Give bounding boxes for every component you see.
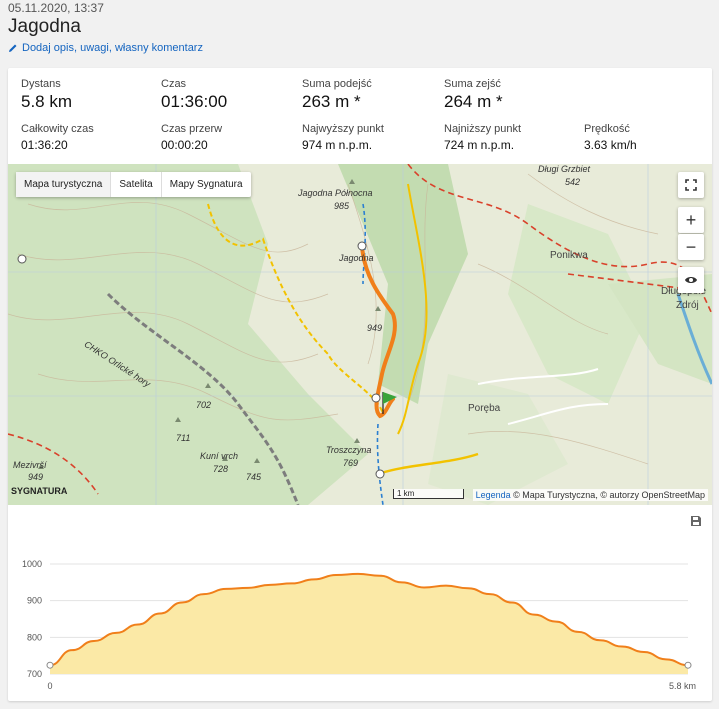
stat-value: 01:36:00 [161, 92, 228, 111]
eye-icon [685, 277, 697, 283]
stat-ascent: Suma podejść 263 m * [302, 78, 372, 112]
stat-label: Całkowity czas [21, 123, 94, 135]
elevation-profile: 1000 900 800 700 0 5.8 km [8, 505, 712, 701]
peak-label: Długi Grzbiet [538, 164, 591, 174]
town-label: Poręba [468, 403, 501, 414]
layer-tourist[interactable]: Mapa turystyczna [16, 172, 112, 197]
zoom-in-icon: + [685, 209, 697, 230]
peak-elevation: 711 [176, 433, 191, 443]
layer-sygnatura[interactable]: Mapy Sygnatura [162, 172, 251, 197]
peak-elevation: 949 [28, 472, 44, 482]
map-view[interactable]: Jagodna Północna 985 Jagodna 949 Długi G… [8, 164, 712, 505]
toggle-view-button[interactable] [678, 267, 704, 293]
start-point [46, 661, 54, 669]
stat-value: 264 m * [444, 92, 503, 111]
sygnatura-logo: SYGNATURA [11, 486, 68, 496]
stat-value: 263 m * [302, 92, 361, 111]
attribution-text: © Mapa Turystyczna, © autorzy OpenStreet… [513, 490, 705, 500]
legend-link[interactable]: Legenda [476, 490, 511, 500]
stat-value: 01:36:20 [21, 138, 68, 152]
stats-panel: Dystans 5.8 km Czas 01:36:00 Suma podejś… [8, 68, 712, 164]
peak-label: Mezivrší [13, 460, 47, 470]
peak-elevation: 728 [213, 464, 229, 474]
map-layer-switch: Mapa turystyczna Satelita Mapy Sygnatura [16, 172, 251, 197]
stat-value: 00:00:20 [161, 138, 208, 152]
stat-distance: Dystans 5.8 km [21, 78, 72, 112]
peak-label: Kuní vrch [200, 451, 239, 461]
stat-speed: Prędkość 3.63 km/h [584, 123, 637, 152]
stat-value: 3.63 km/h [584, 138, 637, 152]
zoom-out-icon: − [685, 236, 697, 257]
peak-label: Troszczyna [326, 445, 372, 455]
stat-lowest-point: Najniższy punkt 724 m n.p.m. [444, 123, 521, 152]
stat-label: Najwyższy punkt [302, 123, 384, 135]
town-label: Ponikwa [550, 250, 588, 261]
fullscreen-button[interactable] [678, 172, 704, 198]
stat-label: Czas przerw [161, 123, 223, 135]
stat-value: 974 m n.p.m. [302, 138, 373, 152]
peak-elevation: 542 [565, 177, 581, 187]
stat-label: Czas [161, 78, 187, 90]
y-tick-label: 900 [27, 596, 42, 606]
map-attribution: Legenda © Mapa Turystyczna, © autorzy Op… [472, 489, 708, 501]
stat-descent: Suma zejść 264 m * [444, 78, 503, 112]
peak-elevation: 745 [246, 472, 262, 482]
x-tick-label: 0 [47, 681, 52, 691]
stat-break-time: Czas przerw 00:00:20 [161, 123, 222, 152]
layer-satellite[interactable]: Satelita [111, 172, 162, 197]
zoom-out-button[interactable]: − [678, 234, 704, 260]
page-title: Jagodna [8, 16, 81, 37]
peak-elevation: 949 [367, 323, 383, 333]
stat-label: Suma podejść [302, 78, 372, 90]
x-tick-label: 5.8 km [669, 681, 696, 691]
pencil-icon [9, 44, 17, 52]
town-label: Zdrój [676, 300, 699, 311]
y-tick-label: 700 [27, 669, 42, 679]
stat-time: Czas 01:36:00 [161, 78, 227, 112]
map-scale: 1 km [393, 489, 464, 499]
y-tick-label: 1000 [22, 559, 42, 569]
track-date: 05.11.2020, 13:37 [8, 1, 104, 15]
peak-label: Jagodna [339, 253, 374, 263]
fullscreen-icon [685, 179, 697, 191]
y-tick-label: 800 [27, 632, 42, 642]
elevation-area [50, 573, 688, 674]
stat-label: Suma zejść [444, 78, 501, 90]
add-description-link[interactable]: Dodaj opis, uwagi, własny komentarz [8, 42, 203, 54]
zoom-in-button[interactable]: + [678, 207, 704, 233]
elevation-chart: 1000 900 800 700 0 5.8 km [22, 559, 696, 691]
track-card: Dystans 5.8 km Czas 01:36:00 Suma podejś… [8, 68, 712, 701]
peak-elevation: 702 [196, 400, 212, 410]
stat-label: Dystans [21, 78, 61, 90]
stat-total-time: Całkowity czas 01:36:20 [21, 123, 94, 152]
stat-value: 5.8 km [21, 92, 73, 111]
stat-label: Prędkość [584, 123, 630, 135]
peak-label: Jagodna Północna [298, 188, 373, 198]
stat-label: Najniższy punkt [444, 123, 522, 135]
add-description-label: Dodaj opis, uwagi, własny komentarz [22, 42, 203, 54]
end-point [684, 661, 692, 669]
peak-elevation: 769 [343, 458, 359, 468]
stat-highest-point: Najwyższy punkt 974 m n.p.m. [302, 123, 384, 152]
peak-elevation: 985 [334, 201, 350, 211]
stat-value: 724 m n.p.m. [444, 138, 515, 152]
